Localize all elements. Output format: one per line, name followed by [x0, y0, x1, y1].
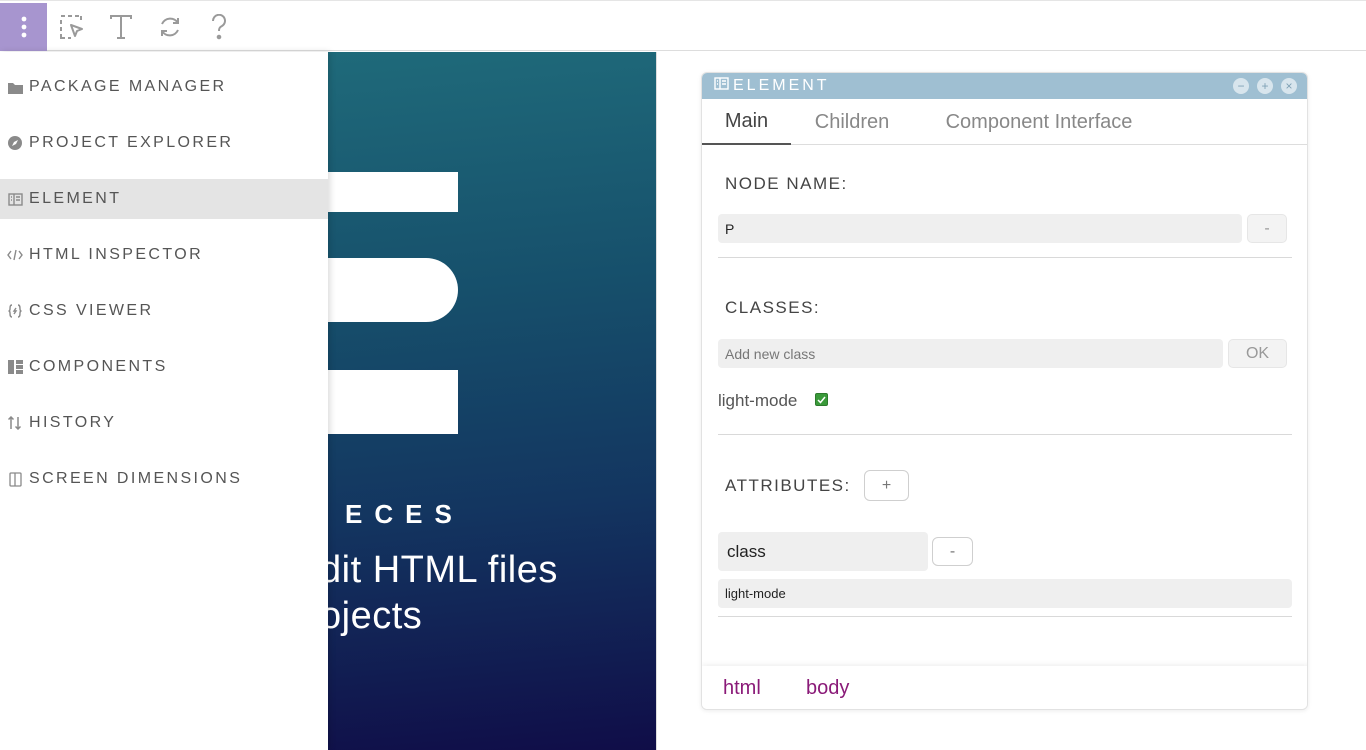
- screen-icon: [7, 471, 23, 487]
- check-icon: [817, 396, 826, 404]
- menu-item-label: COMPONENTS: [29, 358, 168, 375]
- element-panel-icon: [714, 77, 729, 95]
- menu-item-project-explorer[interactable]: PROJECT EXPLORER: [0, 123, 328, 163]
- class-tag-checkbox[interactable]: [815, 393, 828, 406]
- menu-item-label: HISTORY: [29, 414, 117, 431]
- node-name-remove-button[interactable]: -: [1247, 214, 1287, 243]
- menu-item-screen-dimensions[interactable]: SCREEN DIMENSIONS: [0, 459, 328, 499]
- text-icon: [109, 14, 133, 40]
- element-panel-title: ELEMENT: [733, 77, 830, 94]
- logo-bar-bottom: [328, 370, 458, 434]
- menu-item-css-viewer[interactable]: CSS VIEWER: [0, 291, 328, 331]
- tab-main[interactable]: Main: [702, 99, 791, 145]
- top-toolbar: [0, 0, 1366, 51]
- menu-toggle-button[interactable]: [0, 3, 47, 51]
- minimize-icon: −: [1237, 79, 1245, 93]
- maximize-button[interactable]: +: [1257, 78, 1273, 94]
- breadcrumb-body[interactable]: body: [806, 666, 849, 709]
- node-name-label: NODE NAME:: [725, 174, 848, 193]
- canvas-headline-line2: ojects: [328, 595, 423, 637]
- canvas-headline-line1: dit HTML files: [328, 549, 558, 591]
- select-element-button[interactable]: [48, 3, 95, 51]
- canvas-preview[interactable]: ECES dit HTML files ojects: [328, 52, 656, 750]
- menu-item-element[interactable]: ELEMENT: [0, 179, 328, 219]
- menu-item-history[interactable]: HISTORY: [0, 403, 328, 443]
- menu-item-label: HTML INSPECTOR: [29, 246, 204, 263]
- maximize-icon: +: [1261, 79, 1269, 93]
- window-controls: − + ×: [1233, 78, 1297, 94]
- menu-item-label: SCREEN DIMENSIONS: [29, 470, 243, 487]
- attributes-label: ATTRIBUTES:: [725, 476, 851, 495]
- menu-item-label: ELEMENT: [29, 190, 122, 207]
- class-tag-label: light-mode: [718, 391, 798, 410]
- divider: [718, 434, 1292, 435]
- logo-bar-top: [328, 172, 458, 212]
- menu-item-label: PACKAGE MANAGER: [29, 78, 227, 95]
- menu-item-html-inspector[interactable]: HTML INSPECTOR: [0, 235, 328, 275]
- close-icon: ×: [1285, 79, 1293, 93]
- add-class-input[interactable]: Add new class: [718, 339, 1223, 368]
- menu-item-label: PROJECT EXPLORER: [29, 134, 234, 151]
- folder-icon: [7, 79, 23, 95]
- divider: [718, 257, 1292, 258]
- menu-item-package-manager[interactable]: PACKAGE MANAGER: [0, 67, 328, 107]
- logo-bar-middle: [328, 258, 458, 322]
- tab-component-interface[interactable]: Component Interface: [930, 99, 1148, 145]
- element-panel: ELEMENT − + × Main Children Component In…: [701, 72, 1308, 710]
- breadcrumb: html body: [702, 666, 1307, 709]
- node-name-field[interactable]: P: [718, 214, 1242, 243]
- classes-label: CLASSES:: [725, 298, 821, 317]
- element-panel-header[interactable]: ELEMENT − + ×: [702, 73, 1307, 99]
- menu-item-components[interactable]: COMPONENTS: [0, 347, 328, 387]
- add-attribute-button[interactable]: +: [864, 470, 909, 501]
- element-panel-icon: [7, 191, 23, 207]
- code-icon: [7, 247, 23, 263]
- attribute-remove-button[interactable]: -: [932, 537, 973, 566]
- attribute-name-field[interactable]: class: [718, 532, 928, 571]
- select-element-icon: [59, 14, 85, 40]
- help-button[interactable]: [195, 3, 242, 51]
- breadcrumb-html[interactable]: html: [723, 666, 761, 709]
- more-vertical-icon: [21, 15, 27, 39]
- minimize-button[interactable]: −: [1233, 78, 1249, 94]
- attribute-value-field[interactable]: light-mode: [718, 579, 1292, 608]
- css-icon: [7, 303, 23, 319]
- text-tool-button[interactable]: [97, 3, 144, 51]
- tab-children[interactable]: Children: [797, 99, 907, 145]
- menu-item-label: CSS VIEWER: [29, 302, 154, 319]
- refresh-icon: [158, 15, 182, 39]
- divider: [718, 616, 1292, 617]
- history-icon: [7, 415, 23, 431]
- compass-icon: [7, 135, 23, 151]
- components-icon: [7, 359, 23, 375]
- refresh-button[interactable]: [146, 3, 193, 51]
- add-class-ok-button[interactable]: OK: [1228, 339, 1287, 368]
- close-button[interactable]: ×: [1281, 78, 1297, 94]
- help-icon: [210, 14, 228, 40]
- element-panel-tabs: Main Children Component Interface: [702, 99, 1307, 145]
- side-menu: PACKAGE MANAGER PROJECT EXPLORER ELEMENT…: [0, 52, 328, 750]
- canvas-brand-text: ECES: [345, 499, 464, 529]
